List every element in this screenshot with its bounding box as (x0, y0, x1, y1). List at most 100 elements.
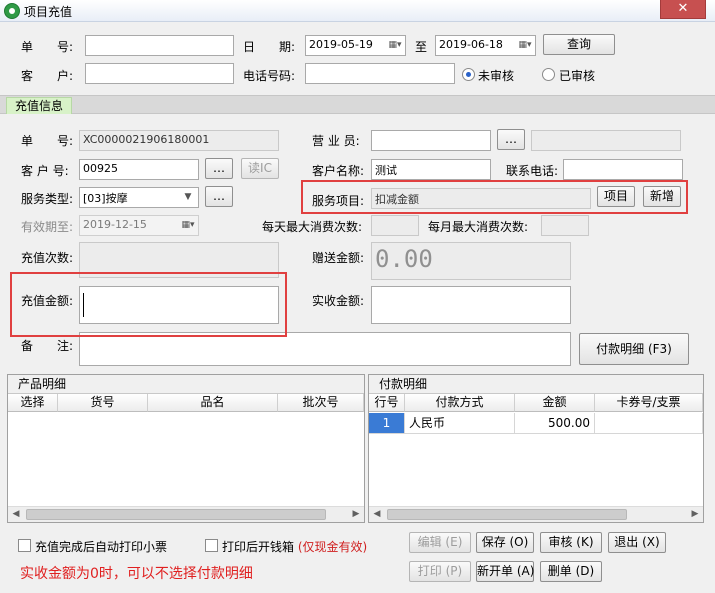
query-button[interactable]: 查询 (543, 34, 615, 55)
search-date-label: 日 期: (243, 40, 296, 54)
audited-label: 已审核 (559, 69, 596, 83)
product-detail-panel: 产品明细 选择 货号 品名 批次号 ◀ ▶ (7, 374, 365, 523)
payment-hscrollbar[interactable]: ◀ ▶ (369, 506, 703, 522)
product-detail-title: 产品明细 (8, 375, 364, 394)
open-drawer-hint: (仅现金有效) (297, 540, 368, 554)
salesperson-name-field (531, 130, 681, 151)
monthly-max-label: 每月最大消费次数: (428, 220, 529, 234)
salesperson-lookup-button[interactable]: … (497, 129, 525, 150)
highlight-recharge-amount (10, 272, 287, 337)
remark-input[interactable] (79, 332, 571, 366)
payment-detail-title: 付款明细 (369, 375, 703, 394)
product-col-batch[interactable]: 批次号 (278, 394, 364, 412)
daily-max-field (371, 215, 419, 236)
service-type-value: [03]按摩 (83, 192, 128, 205)
order-no-field: XC0000021906180001 (79, 130, 279, 151)
read-ic-button[interactable]: 读IC (241, 158, 279, 179)
calendar-dropdown-icon[interactable]: ▦▾ (180, 218, 196, 233)
customer-name-input[interactable]: 测试 (371, 159, 491, 180)
search-phone-input[interactable] (305, 63, 455, 84)
new-order-button[interactable]: 新开单 (A) (476, 561, 534, 582)
payment-col-method[interactable]: 付款方式 (405, 394, 515, 412)
contact-phone-input[interactable] (563, 159, 683, 180)
product-col-select[interactable]: 选择 (8, 394, 58, 412)
valid-until-label: 有效期至: (21, 220, 74, 234)
customer-lookup-button[interactable]: … (205, 158, 233, 179)
service-type-select[interactable]: [03]按摩 ▼ (79, 187, 199, 208)
highlight-service-item (301, 180, 688, 214)
scroll-thumb[interactable] (26, 509, 326, 520)
save-button[interactable]: 保存 (O) (476, 532, 534, 553)
recharge-count-label: 充值次数: (21, 251, 74, 265)
date-to-label: 至 (415, 40, 428, 54)
search-customer-label: 客 户: (21, 69, 74, 83)
unaudited-label: 未审核 (478, 69, 515, 83)
scroll-thumb[interactable] (387, 509, 627, 520)
delete-order-button[interactable]: 删单 (D) (540, 561, 602, 582)
search-order-no-label: 单 号: (21, 40, 74, 54)
monthly-max-field (541, 215, 589, 236)
scroll-right-icon[interactable]: ▶ (348, 507, 364, 522)
product-col-name[interactable]: 品名 (148, 394, 278, 412)
salesperson-input[interactable] (371, 130, 491, 151)
search-customer-input[interactable] (85, 63, 234, 84)
search-order-no-input[interactable] (85, 35, 234, 56)
edit-button[interactable]: 编辑 (E) (409, 532, 471, 553)
payment-detail-button[interactable]: 付款明细 (F3) (579, 333, 689, 365)
received-amount-input[interactable] (371, 286, 571, 324)
date-to-picker[interactable]: 2019-06-18 ▦▾ (435, 35, 536, 56)
product-hscrollbar[interactable]: ◀ ▶ (8, 506, 364, 522)
payment-detail-panel: 付款明细 行号 付款方式 金额 卡券号/支票 1 人民币 500.00 ◀ ▶ (368, 374, 704, 523)
service-type-lookup-button[interactable]: … (205, 186, 233, 207)
remark-label: 备 注: (21, 339, 74, 353)
window-title: 项目充值 (24, 5, 73, 19)
salesperson-label: 营 业 员: (312, 134, 360, 148)
open-drawer-label-group: 打印后开钱箱 (仅现金有效) (222, 538, 367, 555)
calendar-dropdown-icon[interactable]: ▦▾ (387, 38, 403, 53)
payment-col-amount[interactable]: 金额 (515, 394, 595, 412)
section-band (0, 95, 715, 114)
close-button[interactable]: ✕ (660, 0, 706, 19)
scroll-right-icon[interactable]: ▶ (687, 507, 703, 522)
product-col-code[interactable]: 货号 (58, 394, 148, 412)
customer-no-input[interactable]: 00925 (79, 159, 199, 180)
calendar-dropdown-icon[interactable]: ▦▾ (517, 38, 533, 53)
search-phone-label: 电话号码: (243, 69, 296, 83)
contact-phone-label: 联系电话: (506, 164, 559, 178)
date-from-picker[interactable]: 2019-05-19 ▦▾ (305, 35, 406, 56)
valid-until-picker[interactable]: 2019-12-15 ▦▾ (79, 215, 199, 236)
title-bar (0, 0, 715, 22)
daily-max-label: 每天最大消费次数: (262, 220, 363, 234)
unaudited-radio[interactable] (462, 68, 475, 81)
auto-print-label: 充值完成后自动打印小票 (35, 540, 168, 554)
date-from-value: 2019-05-19 (309, 38, 373, 51)
payment-col-card-no[interactable]: 卡券号/支票 (595, 394, 703, 412)
payment-row-amount[interactable]: 500.00 (515, 413, 595, 434)
payment-row-no[interactable]: 1 (369, 413, 405, 434)
payment-col-row-no[interactable]: 行号 (369, 394, 405, 412)
audited-radio[interactable] (542, 68, 555, 81)
scroll-left-icon[interactable]: ◀ (8, 507, 24, 522)
order-no-label: 单 号: (21, 134, 74, 148)
recharge-info-tab[interactable]: 充值信息 (6, 97, 73, 114)
valid-until-value: 2019-12-15 (83, 218, 147, 231)
bonus-amount-value: 0.00 (375, 245, 433, 273)
auto-print-checkbox[interactable] (18, 539, 31, 552)
customer-no-label: 客 户 号: (21, 164, 69, 178)
date-to-value: 2019-06-18 (439, 38, 503, 51)
bonus-amount-label: 赠送金额: (312, 251, 365, 265)
footer-note: 实收金额为0时，可以不选择付款明细 (20, 566, 253, 582)
service-type-label: 服务类型: (21, 192, 74, 206)
scroll-left-icon[interactable]: ◀ (369, 507, 385, 522)
payment-row-method[interactable]: 人民币 (405, 413, 515, 434)
chevron-down-icon[interactable]: ▼ (180, 190, 196, 205)
open-drawer-label: 打印后开钱箱 (222, 540, 295, 554)
exit-button[interactable]: 退出 (X) (608, 532, 666, 553)
app-icon (4, 3, 20, 19)
received-amount-label: 实收金额: (312, 294, 365, 308)
payment-row-card-no[interactable] (595, 413, 703, 434)
print-button[interactable]: 打印 (P) (409, 561, 471, 582)
open-drawer-checkbox[interactable] (205, 539, 218, 552)
recharge-window: 项目充值 ✕ 单 号: 日 期: 2019-05-19 ▦▾ 至 2019-06… (0, 0, 715, 593)
audit-button[interactable]: 审核 (K) (540, 532, 602, 553)
